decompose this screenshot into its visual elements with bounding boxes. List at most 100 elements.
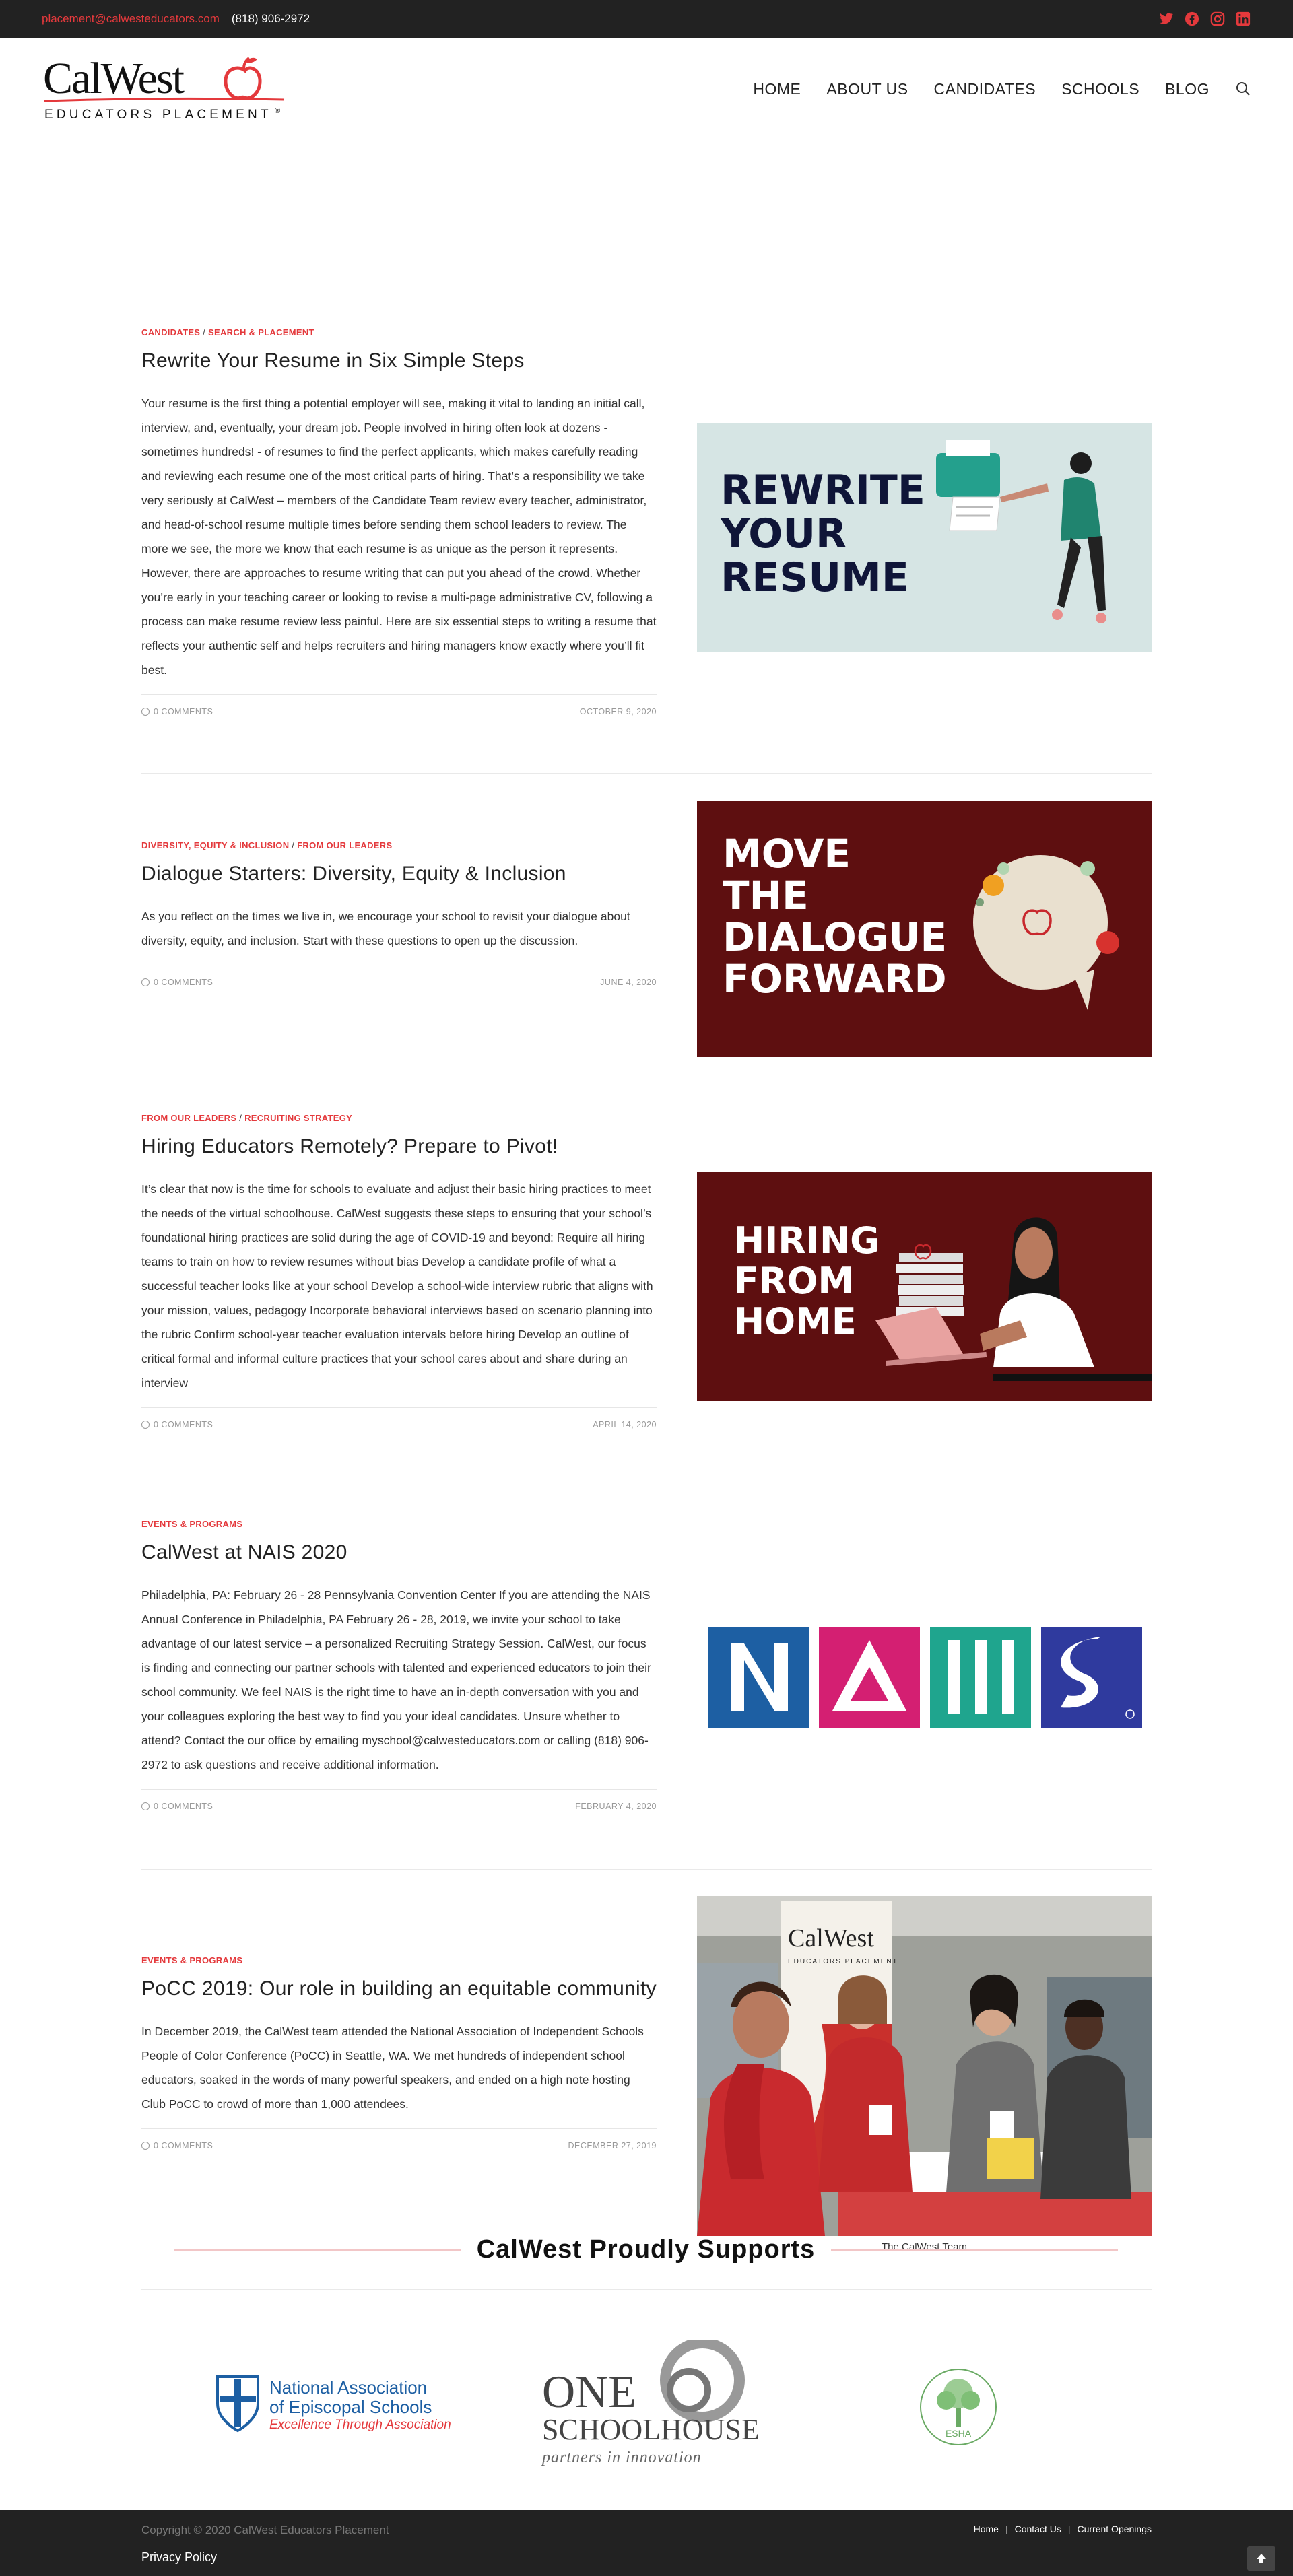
linkedin-icon[interactable]	[1235, 11, 1251, 27]
comments-link[interactable]: 0 COMMENTS	[154, 707, 213, 716]
thumbnail-text: YOUR	[720, 510, 847, 557]
post-text: EVENTS & PROGRAMS CalWest at NAIS 2020 P…	[141, 1519, 657, 1811]
copyright-text: Copyright © 2020 CalWest Educators Place…	[141, 2523, 389, 2536]
post-divider	[141, 2289, 1152, 2290]
thumbnail-text: REWRITE	[721, 467, 925, 514]
footer-link-openings[interactable]: Current Openings	[1077, 2523, 1152, 2534]
post-date: FEBRUARY 4, 2020	[575, 1802, 657, 1811]
svg-text:ESHA: ESHA	[946, 2428, 972, 2439]
category-link[interactable]: CANDIDATES	[141, 327, 200, 337]
post-excerpt: Philadelphia, PA: February 26 - 28 Penns…	[141, 1588, 651, 1771]
footer-links: Home | Contact Us | Current Openings	[973, 2523, 1152, 2534]
comment-icon	[141, 1802, 150, 1810]
top-bar: placement@calwesteducators.com (818) 906…	[0, 0, 1293, 38]
comments-link[interactable]: 0 COMMENTS	[154, 978, 213, 987]
thumbnail-text: HIRING	[734, 1219, 880, 1262]
banner-name: CalWest	[788, 1924, 874, 1953]
calwest-logo[interactable]: CalWest EDUCATORS PLACEMENT ®	[43, 48, 286, 129]
post-thumbnail[interactable]	[697, 1620, 1152, 1734]
thumbnail-text: THE	[723, 873, 809, 918]
post-thumbnail[interactable]: CalWest EDUCATORS PLACEMENT	[697, 1896, 1152, 2236]
books-laptop-illustration	[875, 1244, 987, 1366]
supports-title: CalWest Proudly Supports	[476, 2235, 816, 2264]
svg-text:Excellence Through Association: Excellence Through Association	[269, 2418, 451, 2432]
comments-link[interactable]: 0 COMMENTS	[154, 1420, 213, 1429]
comment-icon	[141, 2142, 150, 2150]
post-excerpt: In December 2019, the CalWest team atten…	[141, 2025, 644, 2111]
svg-text:SCHOOLHOUSE: SCHOOLHOUSE	[542, 2413, 760, 2446]
partner-logos: National Association of Episcopal School…	[174, 2336, 1118, 2471]
svg-text:partners in innovation: partners in innovation	[541, 2449, 702, 2466]
comment-icon	[141, 708, 150, 716]
comments-link[interactable]: 0 COMMENTS	[154, 1802, 213, 1811]
twitter-icon[interactable]	[1158, 11, 1174, 27]
thumbnail-text: DIALOGUE	[723, 914, 947, 960]
post-categories: EVENTS & PROGRAMS	[141, 1955, 657, 1965]
post-text: EVENTS & PROGRAMS PoCC 2019: Our role in…	[141, 1955, 657, 2150]
post-text: CANDIDATES / SEARCH & PLACEMENT Rewrite …	[141, 327, 657, 716]
post-thumbnail[interactable]: MOVE THE DIALOGUE FORWARD	[697, 801, 1152, 1057]
category-link[interactable]: EVENTS & PROGRAMS	[141, 1519, 242, 1529]
post-divider	[141, 773, 1152, 774]
esha-logo[interactable]: ESHA	[918, 2367, 999, 2447]
scroll-to-top-button[interactable]	[1247, 2546, 1275, 2571]
team-photo: CalWest EDUCATORS PLACEMENT	[697, 1896, 1152, 2236]
nav-about-us[interactable]: ABOUT US	[826, 80, 908, 98]
one-schoolhouse-logo[interactable]: ONE SCHOOLHOUSE partners in innovation	[541, 2340, 763, 2468]
naes-logo[interactable]: National Association of Episcopal School…	[214, 2370, 457, 2437]
post-title[interactable]: PoCC 2019: Our role in building an equit…	[141, 1975, 657, 2003]
category-link[interactable]: FROM OUR LEADERS	[297, 840, 392, 850]
site-header: CalWest EDUCATORS PLACEMENT ® HOME ABOUT…	[0, 38, 1293, 140]
thumbnail-text: FROM	[734, 1260, 854, 1302]
thumbnail-text: RESUME	[721, 554, 909, 601]
post-categories: FROM OUR LEADERS / RECRUITING STRATEGY	[141, 1113, 353, 1123]
svg-text:CalWest: CalWest	[43, 54, 185, 103]
privacy-policy-link[interactable]: Privacy Policy	[141, 2550, 217, 2565]
comment-icon	[141, 1421, 150, 1429]
category-link[interactable]: EVENTS & PROGRAMS	[141, 1955, 242, 1965]
woman-illustration	[980, 1217, 1152, 1381]
thumbnail-text: HOME	[734, 1300, 857, 1343]
category-link[interactable]: SEARCH & PLACEMENT	[208, 327, 314, 337]
apple-logo-icon	[224, 57, 262, 100]
comments-link[interactable]: 0 COMMENTS	[154, 2141, 213, 2150]
footer-link-contact[interactable]: Contact Us	[1015, 2523, 1061, 2534]
svg-text:National Association: National Association	[269, 2377, 427, 2398]
post-date: APRIL 14, 2020	[593, 1420, 657, 1429]
post-thumbnail[interactable]: HIRING FROM HOME	[697, 1172, 1152, 1401]
footer-link-home[interactable]: Home	[974, 2523, 999, 2534]
banner-tagline: EDUCATORS PLACEMENT	[788, 1958, 898, 1965]
search-icon[interactable]	[1235, 81, 1251, 97]
speech-bubble-illustration	[973, 855, 1119, 1010]
title-divider	[174, 2249, 461, 2251]
svg-text:ONE: ONE	[542, 2366, 636, 2417]
post-categories: CANDIDATES / SEARCH & PLACEMENT	[141, 327, 314, 337]
post-title[interactable]: CalWest at NAIS 2020	[141, 1538, 657, 1567]
category-link[interactable]: DIVERSITY, EQUITY & INCLUSION	[141, 840, 289, 850]
category-link[interactable]: RECRUITING STRATEGY	[244, 1113, 352, 1123]
topbar-email-link[interactable]: placement@calwesteducators.com	[42, 12, 220, 26]
nav-schools[interactable]: SCHOOLS	[1061, 80, 1139, 98]
post-excerpt: As you reflect on the times we live in, …	[141, 910, 630, 947]
nav-blog[interactable]: BLOG	[1165, 80, 1209, 98]
post-excerpt: It’s clear that now is the time for scho…	[141, 1182, 653, 1390]
nav-candidates[interactable]: CANDIDATES	[934, 80, 1036, 98]
post-categories: DIVERSITY, EQUITY & INCLUSION / FROM OUR…	[141, 840, 393, 850]
post-excerpt: Your resume is the first thing a potenti…	[141, 397, 657, 677]
post-meta: 0 COMMENTS OCTOBER 9, 2020	[141, 694, 657, 716]
post-title[interactable]: Hiring Educators Remotely? Prepare to Pi…	[141, 1132, 657, 1161]
post-title[interactable]: Rewrite Your Resume in Six Simple Steps	[141, 347, 657, 375]
instagram-icon[interactable]	[1209, 11, 1226, 27]
post-title[interactable]: Dialogue Starters: Diversity, Equity & I…	[141, 860, 657, 888]
svg-text:of Episcopal Schools: of Episcopal Schools	[269, 2397, 432, 2417]
facebook-icon[interactable]	[1184, 11, 1200, 27]
post-thumbnail[interactable]: REWRITE YOUR RESUME	[697, 423, 1152, 652]
post-text: DIVERSITY, EQUITY & INCLUSION / FROM OUR…	[141, 840, 657, 987]
thumbnail-text: MOVE	[723, 831, 851, 877]
title-divider	[831, 2249, 1118, 2251]
category-link[interactable]: FROM OUR LEADERS	[141, 1113, 236, 1123]
post-date: JUNE 4, 2020	[600, 978, 657, 987]
thumbnail-text: FORWARD	[723, 956, 947, 1002]
nav-home[interactable]: HOME	[753, 80, 801, 98]
post-meta: 0 COMMENTS JUNE 4, 2020	[141, 965, 657, 987]
